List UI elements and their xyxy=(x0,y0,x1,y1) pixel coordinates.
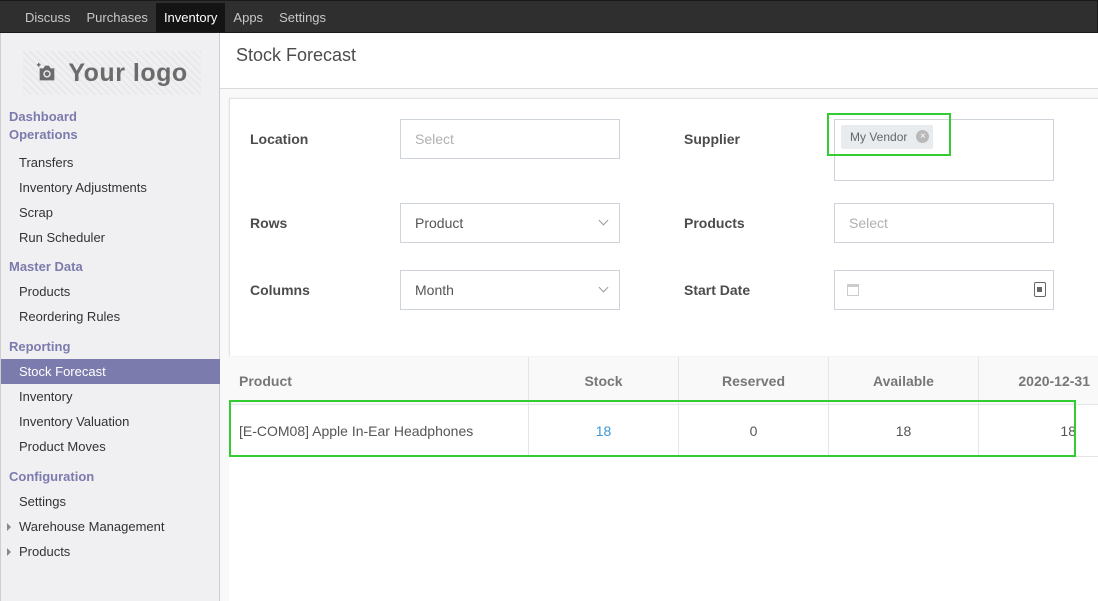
cell-date-value: 18 xyxy=(1060,423,1076,439)
caret-right-icon xyxy=(7,523,11,531)
sidebar-section-dashboard[interactable]: Dashboard xyxy=(1,108,220,126)
chevron-down-icon xyxy=(598,215,609,226)
sidebar-item-label: Warehouse Management xyxy=(19,519,165,534)
sidebar-item-inventory-adjustments[interactable]: Inventory Adjustments xyxy=(1,175,220,200)
top-navbar: Discuss Purchases Inventory Apps Setting… xyxy=(0,0,1098,33)
start-date-label: Start Date xyxy=(684,282,751,298)
calendar-icon[interactable] xyxy=(1034,282,1046,297)
main-area: Stock Forecast Location Select Supplier … xyxy=(220,33,1098,601)
sidebar-item-inventory[interactable]: Inventory xyxy=(1,384,220,409)
sidebar-section-master-data[interactable]: Master Data xyxy=(1,258,220,276)
supplier-input[interactable]: My Vendor × xyxy=(834,119,1054,181)
chevron-down-icon xyxy=(598,282,609,293)
logo-text: Your logo xyxy=(68,58,188,87)
cell-reserved: 0 xyxy=(679,405,829,457)
sidebar-item-reordering-rules[interactable]: Reordering Rules xyxy=(1,304,220,329)
columns-label: Columns xyxy=(250,282,310,298)
columns-select-value: Month xyxy=(415,282,454,298)
supplier-label: Supplier xyxy=(684,131,741,147)
sidebar-section-reporting[interactable]: Reporting xyxy=(1,338,220,356)
sidebar-section-operations[interactable]: Operations xyxy=(1,126,220,144)
rows-select[interactable]: Product xyxy=(400,203,620,243)
location-input[interactable]: Select xyxy=(400,119,620,159)
filter-form: Location Select Supplier My Vendor × Row… xyxy=(229,98,1098,356)
header-product[interactable]: Product xyxy=(229,357,529,405)
sidebar-item-stock-forecast[interactable]: Stock Forecast xyxy=(1,359,220,384)
cell-available: 18 xyxy=(829,405,979,457)
sidebar: Your logo Dashboard Operations Transfers… xyxy=(0,33,220,601)
table-row[interactable]: [E-COM08] Apple In-Ear Headphones 18 0 1… xyxy=(229,405,1098,457)
supplier-tag-label: My Vendor xyxy=(850,130,908,144)
menu-apps[interactable]: Apps xyxy=(225,3,271,32)
caret-right-icon xyxy=(7,548,11,556)
content-area: Location Select Supplier My Vendor × Row… xyxy=(220,89,1098,601)
camera-icon xyxy=(37,62,55,81)
header-stock[interactable]: Stock xyxy=(529,357,679,405)
table-header: Product Stock Reserved Available 2020-12… xyxy=(229,357,1098,405)
rows-label: Rows xyxy=(250,215,288,231)
menu-purchases[interactable]: Purchases xyxy=(79,3,156,32)
cell-stock-link[interactable]: 18 xyxy=(529,405,679,457)
sidebar-item-scrap[interactable]: Scrap xyxy=(1,200,220,225)
columns-select[interactable]: Month xyxy=(400,270,620,310)
sidebar-item-warehouse-management[interactable]: Warehouse Management xyxy=(1,514,220,539)
sidebar-item-product-moves[interactable]: Product Moves xyxy=(1,434,220,459)
page-title: Stock Forecast xyxy=(236,45,357,65)
menu-inventory[interactable]: Inventory xyxy=(155,3,226,32)
supplier-tag: My Vendor × xyxy=(841,125,934,149)
top-menu: Discuss Purchases Inventory Apps Setting… xyxy=(17,3,334,32)
cell-product: [E-COM08] Apple In-Ear Headphones xyxy=(229,405,529,457)
sidebar-item-config-products[interactable]: Products xyxy=(1,539,220,564)
menu-settings[interactable]: Settings xyxy=(271,3,334,32)
sidebar-item-settings[interactable]: Settings xyxy=(1,489,220,514)
products-input[interactable]: Select xyxy=(834,203,1054,243)
location-label: Location xyxy=(250,131,309,147)
products-label: Products xyxy=(684,215,745,231)
calendar-small-icon xyxy=(847,284,859,296)
start-date-input[interactable] xyxy=(834,270,1054,310)
header-date[interactable]: 2020-12-31 xyxy=(979,357,1098,405)
table-empty-area xyxy=(229,457,1098,601)
rows-select-value: Product xyxy=(415,215,464,231)
header-available[interactable]: Available xyxy=(829,357,979,405)
sidebar-item-inventory-valuation[interactable]: Inventory Valuation xyxy=(1,409,220,434)
sidebar-section-configuration[interactable]: Configuration xyxy=(1,468,220,486)
menu-discuss[interactable]: Discuss xyxy=(17,3,79,32)
remove-tag-icon[interactable]: × xyxy=(916,130,930,143)
sidebar-item-run-scheduler[interactable]: Run Scheduler xyxy=(1,225,220,250)
sidebar-item-transfers[interactable]: Transfers xyxy=(1,150,220,175)
header-reserved[interactable]: Reserved xyxy=(679,357,829,405)
control-panel: Stock Forecast xyxy=(220,33,1098,89)
sidebar-nav: Dashboard Operations Transfers Inventory… xyxy=(1,108,220,564)
sidebar-item-products[interactable]: Products xyxy=(1,279,220,304)
company-logo[interactable]: Your logo xyxy=(23,51,201,95)
sidebar-item-label: Products xyxy=(19,544,71,559)
